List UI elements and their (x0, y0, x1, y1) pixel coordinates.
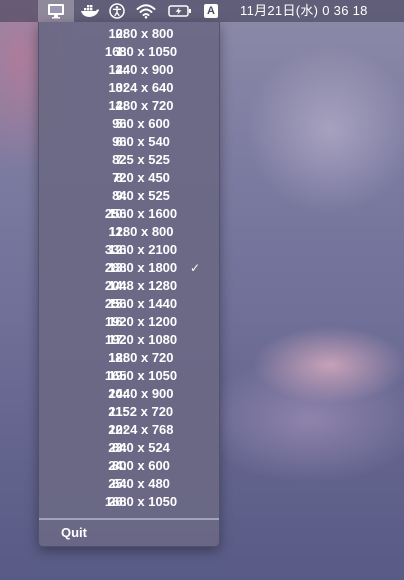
resolution-menu-item[interactable]: 5: 960 x 600 (39, 115, 219, 133)
resolution-menu-item[interactable]: 26: 1680 x 1050 (39, 493, 219, 511)
quit-menu-item[interactable]: Quit (61, 524, 87, 542)
monitor-icon (48, 4, 64, 19)
resolution-menu-item[interactable]: 23: 840 x 524 (39, 439, 219, 457)
accessibility-icon (109, 3, 125, 19)
battery-menu-extra[interactable] (166, 0, 194, 22)
menu-bar: A 11月21日(水) 0 36 18 (0, 0, 404, 22)
wifi-menu-extra[interactable] (133, 0, 159, 22)
resolution-menu-item[interactable]: 1: 1680 x 1050 (39, 43, 219, 61)
resolution-value: 1152 x 720 (108, 404, 174, 419)
resolution-value: 1024 x 768 (108, 422, 174, 437)
resolution-value: 1650 x 1050 (104, 368, 178, 383)
resolution-menu-item[interactable]: 13: 2880 x 1800 ✓ (39, 259, 219, 277)
input-source-menu-extra[interactable]: A (202, 0, 220, 22)
resolution-menu-item[interactable]: 2: 1440 x 900 (39, 61, 219, 79)
resolution-value: 720 x 450 (112, 170, 170, 185)
resolution-menu-item[interactable]: 16: 1920 x 1200 (39, 313, 219, 331)
resolution-value: 1280 x 720 (108, 350, 174, 365)
resolution-value: 825 x 525 (112, 152, 170, 167)
resolution-menu-item[interactable]: 12: 3360 x 2100 (39, 241, 219, 259)
resolution-value: 960 x 540 (112, 134, 170, 149)
display-menu-extra[interactable] (38, 0, 74, 22)
resolution-value: 960 x 600 (112, 116, 170, 131)
resolution-value: 840 x 524 (112, 440, 170, 455)
resolution-menu-item[interactable]: 10: 2560 x 1600 (39, 205, 219, 223)
input-source-icon: A (204, 4, 218, 18)
resolution-menu-item[interactable]: 3: 1024 x 640 (39, 79, 219, 97)
resolution-list: 0: 1280 x 800 1: 1680 x 1050 2: 1440 x 900 3: 1… (39, 25, 219, 511)
resolution-value: 2048 x 1280 (104, 278, 178, 293)
resolution-value: 840 x 525 (112, 188, 170, 203)
battery-charging-icon (168, 5, 191, 17)
resolution-value: 1680 x 1050 (104, 44, 178, 59)
resolution-value: 2880 x 1800 (104, 260, 178, 275)
resolution-menu-item[interactable]: 9: 840 x 525 (39, 187, 219, 205)
resolution-value: 1280 x 800 (108, 26, 174, 41)
accessibility-menu-extra[interactable] (106, 0, 128, 22)
resolution-menu-item[interactable]: 18: 1280 x 720 (39, 349, 219, 367)
resolution-value: 1280 x 800 (108, 224, 174, 239)
resolution-value: 1920 x 1200 (104, 314, 178, 329)
resolution-value: 1024 x 640 (108, 80, 174, 95)
menu-separator (39, 518, 219, 520)
resolution-menu-item[interactable]: 21: 1152 x 720 (39, 403, 219, 421)
checkmark-icon: ✓ (189, 261, 201, 275)
resolution-value: 640 x 480 (112, 476, 170, 491)
resolution-value: 1440 x 900 (108, 386, 174, 401)
docker-icon (81, 5, 99, 17)
resolution-menu-item[interactable]: 19: 1650 x 1050 (39, 367, 219, 385)
resolution-menu-item[interactable]: 8: 720 x 450 (39, 169, 219, 187)
resolution-value: 1440 x 900 (108, 62, 174, 77)
resolution-value: 3360 x 2100 (104, 242, 178, 257)
resolution-menu-item[interactable]: 22: 1024 x 768 (39, 421, 219, 439)
resolution-menu-item[interactable]: 14: 2048 x 1280 (39, 277, 219, 295)
menubar-clock[interactable]: 11月21日(水) 0 36 18 (240, 0, 368, 22)
resolution-menu-item[interactable]: 15: 2560 x 1440 (39, 295, 219, 313)
resolution-menu-item[interactable]: 24: 800 x 600 (39, 457, 219, 475)
resolution-value: 2560 x 1600 (104, 206, 178, 221)
resolution-menu-item[interactable]: 11: 1280 x 800 (39, 223, 219, 241)
resolution-menu-item[interactable]: 20: 1440 x 900 (39, 385, 219, 403)
resolution-value: 2560 x 1440 (104, 296, 178, 311)
resolution-menu-item[interactable]: 7: 825 x 525 (39, 151, 219, 169)
resolution-dropdown-menu: 0: 1280 x 800 1: 1680 x 1050 2: 1440 x 900 3: 1… (38, 22, 220, 547)
resolution-value: 800 x 600 (112, 458, 170, 473)
resolution-value: 1920 x 1080 (104, 332, 178, 347)
resolution-menu-item[interactable]: 25: 640 x 480 (39, 475, 219, 493)
resolution-menu-item[interactable]: 4: 1280 x 720 (39, 97, 219, 115)
docker-menu-extra[interactable] (78, 0, 102, 22)
resolution-value: 1280 x 720 (108, 98, 174, 113)
wifi-icon (136, 4, 156, 19)
resolution-menu-item[interactable]: 0: 1280 x 800 (39, 25, 219, 43)
resolution-value: 1680 x 1050 (104, 494, 178, 509)
resolution-menu-item[interactable]: 6: 960 x 540 (39, 133, 219, 151)
resolution-menu-item[interactable]: 17: 1920 x 1080 (39, 331, 219, 349)
